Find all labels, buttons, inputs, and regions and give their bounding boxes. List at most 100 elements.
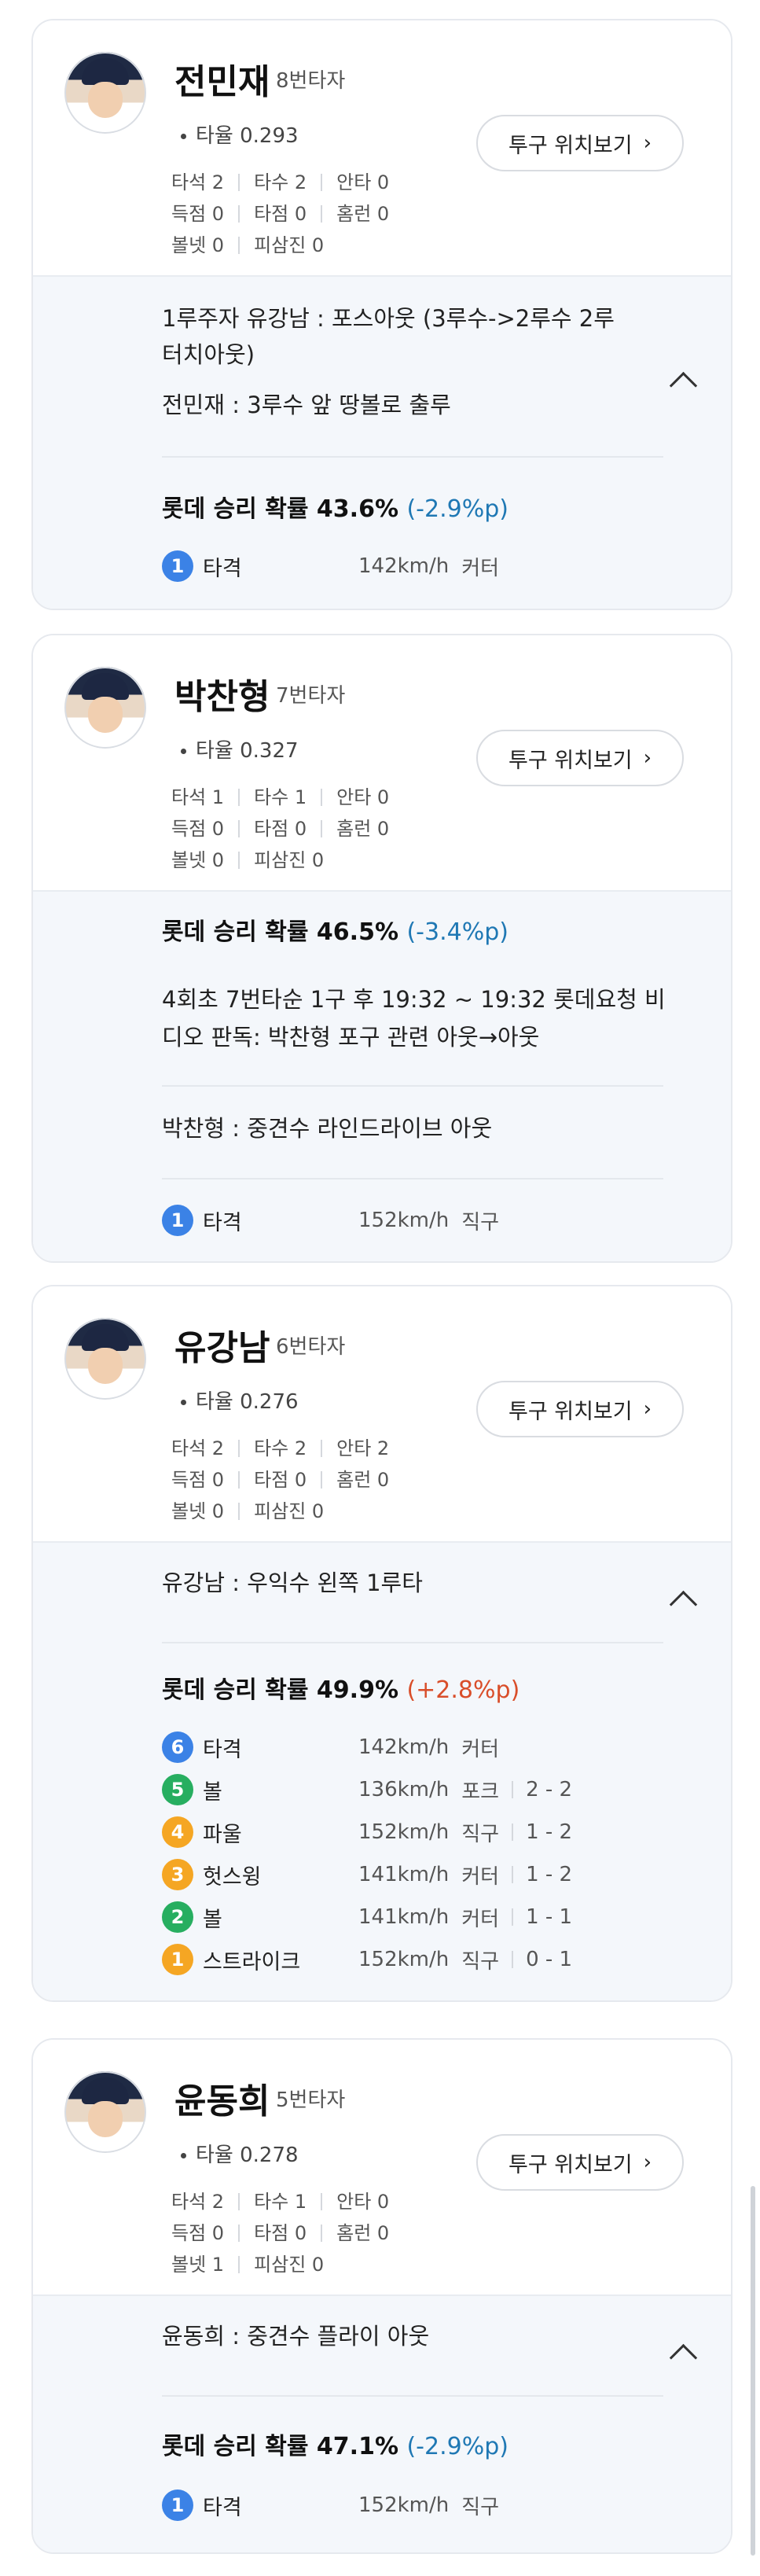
chevron-right-icon: › — [643, 131, 652, 155]
pitch-row: 1 타격 — [162, 2488, 336, 2523]
stat: 타석 2 — [171, 1437, 225, 1459]
event-text: 터치아웃) — [162, 341, 255, 368]
batter-card-4: 윤동희 5번타자 타율 0.278 타석 2 타수 1 안타 0 득점 0 타점 0 홈… — [31, 2038, 732, 2554]
player-name: 유강남 — [174, 1328, 270, 1368]
win-probability: 롯데 승리 확률 47.1% (-2.9%p) — [162, 2433, 509, 2460]
batting-order: 7번타자 — [276, 684, 346, 708]
pitch-row: 1 타격 — [162, 1203, 336, 1238]
pitch-location-button[interactable]: 투구 위치보기 › — [476, 115, 684, 171]
bullet-icon — [181, 134, 186, 139]
pitch-row: 1 타격 — [162, 549, 336, 583]
player-name: 전민재 — [174, 62, 270, 102]
player-name: 박찬형 — [174, 677, 270, 717]
chevron-right-icon: › — [643, 1397, 652, 1421]
batter-card-1: 전민재 8번타자 타율 0.293 타석 2 타수 2 안타 0 득점 0 타점 0 홈… — [31, 19, 732, 610]
player-name: 윤동희 — [174, 2081, 270, 2122]
stat: 득점 0 — [171, 203, 225, 225]
pitch-speed: 152km/h 직구 — [358, 2493, 500, 2519]
player-avatar — [64, 52, 146, 134]
stat: 홈런 0 — [336, 818, 390, 840]
pitch-speed: 152km/h 직구 1 - 2 — [358, 1820, 573, 1846]
pitch-row: 3 헛스윙 — [162, 1857, 336, 1892]
stat: 피삼진 0 — [254, 2254, 325, 2276]
stat: 타점 0 — [254, 1469, 307, 1491]
batter-header: 윤동희 5번타자 타율 0.278 타석 2 타수 1 안타 0 득점 0 타점 0 홈… — [33, 2040, 731, 2294]
stat: 피삼진 0 — [254, 849, 325, 871]
player-avatar — [64, 1318, 146, 1400]
stat: 안타 0 — [336, 786, 390, 808]
event-text: 유강남 : 우익수 왼쪽 1루타 — [162, 1570, 423, 1596]
stat: 볼넷 0 — [171, 849, 225, 871]
stat: 홈런 0 — [336, 2222, 390, 2244]
stat: 타점 0 — [254, 818, 307, 840]
stat: 타석 2 — [171, 171, 225, 193]
win-probability: 롯데 승리 확률 49.9% (+2.8%p) — [162, 1676, 520, 1704]
stat-grid: 타석 1 타수 1 안타 0 득점 0 타점 0 홈런 0 볼넷 0 피삼진 0 — [171, 782, 389, 876]
stat: 타점 0 — [254, 203, 307, 225]
ball-count: 1 - 2 — [526, 1820, 573, 1844]
stat: 피삼진 0 — [254, 234, 325, 256]
batting-order: 5번타자 — [276, 2088, 346, 2112]
batter-header: 유강남 6번타자 타율 0.276 타석 2 타수 2 안타 2 득점 0 타점 0 홈… — [33, 1286, 731, 1541]
batting-average: 타율 0.278 — [181, 2139, 299, 2168]
stat: 홈런 0 — [336, 203, 390, 225]
pitch-location-button[interactable]: 투구 위치보기 › — [476, 2134, 684, 2191]
stat: 타수 2 — [254, 1437, 307, 1459]
stat: 타석 2 — [171, 2191, 225, 2213]
stat-grid: 타석 2 타수 1 안타 0 득점 0 타점 0 홈런 0 볼넷 1 피삼진 0 — [171, 2186, 389, 2280]
stat: 득점 0 — [171, 2222, 225, 2244]
stat: 볼넷 1 — [171, 2254, 225, 2276]
pitch-row: 2볼 — [162, 1900, 336, 1934]
chevron-up-icon[interactable] — [669, 2343, 698, 2372]
stat-grid: 타석 2 타수 2 안타 0 득점 0 타점 0 홈런 0 볼넷 0 피삼진 0 — [171, 167, 389, 261]
stat: 안타 0 — [336, 2191, 390, 2213]
player-avatar — [64, 667, 146, 749]
chevron-right-icon: › — [643, 2151, 652, 2174]
chevron-up-icon[interactable] — [669, 371, 698, 400]
stat: 득점 0 — [171, 818, 225, 840]
ball-count: 1 - 1 — [526, 1905, 573, 1929]
pitch-speed: 141km/h 커터 1 - 2 — [358, 1863, 573, 1889]
stat: 안타 0 — [336, 171, 390, 193]
stat: 타수 2 — [254, 171, 307, 193]
pitch-speed: 152km/h 직구 0 - 1 — [358, 1948, 573, 1974]
stat: 볼넷 0 — [171, 234, 225, 256]
bullet-icon — [181, 1400, 186, 1405]
pitch-row: 5볼 — [162, 1772, 336, 1807]
event-text: 1루주자 유강남 : 포스아웃 (3루수->2루수 2루 — [162, 305, 615, 332]
stat: 타점 0 — [254, 2222, 307, 2244]
batter-card-2: 박찬형 7번타자 타율 0.327 타석 1 타수 1 안타 0 득점 0 타점 0 홈… — [31, 634, 732, 1263]
stat: 타수 1 — [254, 2191, 307, 2213]
batter-header: 박찬형 7번타자 타율 0.327 타석 1 타수 1 안타 0 득점 0 타점 0 홈… — [33, 635, 731, 890]
batting-average: 타율 0.276 — [181, 1386, 299, 1415]
chevron-right-icon: › — [643, 746, 652, 770]
pitch-location-button[interactable]: 투구 위치보기 › — [476, 730, 684, 786]
player-avatar — [64, 2071, 146, 2153]
play-detail: 윤동희 : 중견수 플라이 아웃 롯데 승리 확률 47.1% (-2.9%p)… — [33, 2294, 731, 2552]
batter-header: 전민재 8번타자 타율 0.293 타석 2 타수 2 안타 0 득점 0 타점 0 홈… — [33, 20, 731, 275]
batting-order: 8번타자 — [276, 69, 346, 93]
bullet-icon — [181, 2153, 186, 2158]
event-text: 디오 판독: 박찬형 포구 관련 아웃→아웃 — [162, 1024, 540, 1051]
pitch-speed: 142km/h 커터 — [358, 1735, 500, 1761]
scrollbar[interactable] — [751, 2186, 755, 2556]
pitch-row: 1 스트라이크 — [162, 1942, 336, 1977]
pitch-location-button[interactable]: 투구 위치보기 › — [476, 1381, 684, 1437]
play-detail: 롯데 승리 확률 46.5% (-3.4%p) 4회초 7번타순 1구 후 19… — [33, 890, 731, 1261]
stat: 타수 1 — [254, 786, 307, 808]
chevron-up-icon[interactable] — [669, 1590, 698, 1619]
stat: 홈런 0 — [336, 1469, 390, 1491]
batting-order: 6번타자 — [276, 1335, 346, 1359]
stat: 피삼진 0 — [254, 1500, 325, 1522]
play-detail: 유강남 : 우익수 왼쪽 1루타 롯데 승리 확률 49.9% (+2.8%p)… — [33, 1541, 731, 2000]
ball-count: 1 - 2 — [526, 1863, 573, 1886]
ball-count: 2 - 2 — [526, 1778, 573, 1801]
stat-grid: 타석 2 타수 2 안타 2 득점 0 타점 0 홈런 0 볼넷 0 피삼진 0 — [171, 1433, 389, 1527]
win-probability: 롯데 승리 확률 43.6% (-2.9%p) — [162, 495, 509, 523]
play-detail: 1루주자 유강남 : 포스아웃 (3루수->2루수 2루 터치아웃) 전민재 :… — [33, 275, 731, 609]
batting-average: 타율 0.327 — [181, 734, 299, 764]
event-text: 전민재 : 3루수 앞 땅볼로 출루 — [162, 392, 451, 418]
stat: 타석 1 — [171, 786, 225, 808]
stat: 볼넷 0 — [171, 1500, 225, 1522]
ball-count: 0 - 1 — [526, 1948, 573, 1971]
